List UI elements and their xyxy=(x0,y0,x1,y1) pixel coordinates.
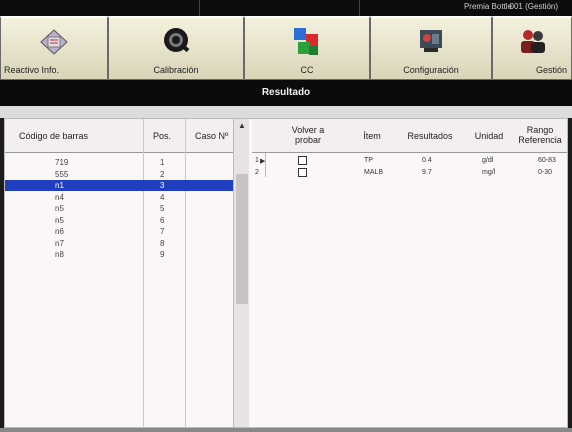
scroll-thumb[interactable] xyxy=(236,174,248,304)
sample-row[interactable]: n5 5 xyxy=(5,203,233,214)
sample-position: 1 xyxy=(160,158,165,167)
result-row[interactable]: 1 ▶ TP 0.4 g/dl 60-83 xyxy=(252,156,567,167)
calibration-label: Calibración xyxy=(153,65,199,75)
sample-barcode: 555 xyxy=(55,169,69,179)
screen-bezel xyxy=(0,428,572,432)
screen-title: Resultado xyxy=(0,80,572,106)
sample-position: 7 xyxy=(160,227,165,236)
sample-barcode: n1 xyxy=(55,181,64,190)
sample-position: 2 xyxy=(160,169,165,179)
results-header: Volver a probar Ítem Resultados Unidad R… xyxy=(252,119,567,153)
sample-row[interactable]: n1 3 xyxy=(5,180,233,191)
sample-barcode: n4 xyxy=(55,192,64,202)
sample-position: 9 xyxy=(160,250,165,259)
column-header-case[interactable]: Caso Nº xyxy=(195,131,228,141)
column-header-barcode[interactable]: Código de barras xyxy=(19,131,88,141)
sample-row[interactable]: n7 8 xyxy=(5,238,233,249)
management-label: Gestión xyxy=(535,65,567,75)
sample-row[interactable]: 719 1 xyxy=(5,157,233,168)
calibration-button[interactable]: Calibración xyxy=(108,16,244,80)
status-mode: 001 (Gestión) xyxy=(509,2,558,11)
column-header-range[interactable]: Rango Referencia xyxy=(514,125,566,145)
column-header-item[interactable]: Ítem xyxy=(352,131,392,141)
sample-barcode: n5 xyxy=(55,204,64,213)
sample-barcode: 719 xyxy=(55,158,69,167)
sample-list-header: Código de barras Pos. Caso Nº xyxy=(5,119,249,153)
result-reference-range: 60-83 xyxy=(538,157,556,164)
result-reference-range: 0-30 xyxy=(538,169,553,176)
result-unit: mg/l xyxy=(482,169,496,176)
result-row[interactable]: 2 MALB 9.7 mg/l 0-30 xyxy=(252,168,567,179)
qc-cubes-icon xyxy=(294,28,318,55)
sample-barcode: n7 xyxy=(55,238,64,248)
sample-barcode: n8 xyxy=(55,250,64,259)
sample-row[interactable]: n5 6 xyxy=(5,215,233,226)
result-item: MALB xyxy=(364,169,384,176)
result-value: 9.7 xyxy=(422,169,432,176)
status-info: Premia Bottle xyxy=(463,2,512,11)
column-header-retest[interactable]: Volver a probar xyxy=(280,125,336,145)
result-unit: g/dl xyxy=(482,157,494,164)
sample-position: 6 xyxy=(160,215,165,225)
column-header-pos[interactable]: Pos. xyxy=(153,131,171,141)
column-header-unit[interactable]: Unidad xyxy=(466,131,512,141)
sample-row[interactable]: n8 9 xyxy=(5,249,233,260)
separator xyxy=(0,106,572,118)
status-segment xyxy=(0,0,200,16)
settings-tools-icon xyxy=(420,30,442,52)
sample-row[interactable]: n4 4 xyxy=(5,192,233,203)
management-button[interactable]: Gestión xyxy=(492,16,572,80)
qc-button[interactable]: CC xyxy=(244,16,370,80)
users-icon xyxy=(521,30,545,53)
sample-position: 8 xyxy=(160,238,165,248)
results-table: Volver a probar Ítem Resultados Unidad R… xyxy=(252,119,567,427)
sample-row[interactable]: n6 7 xyxy=(5,226,233,237)
reagent-info-button[interactable]: Reactivo Info. xyxy=(0,16,108,80)
reagent-info-label: Reactivo Info. xyxy=(4,65,60,75)
retest-checkbox[interactable] xyxy=(298,156,307,165)
main-toolbar: Reactivo Info. Calibración CC Configurac… xyxy=(0,16,572,80)
configuration-label: Configuración xyxy=(403,65,459,75)
status-segment xyxy=(200,0,360,16)
sample-row[interactable]: 555 2 xyxy=(5,169,233,180)
calibration-icon xyxy=(164,28,190,53)
status-bar: Premia Bottle 001 (Gestión) xyxy=(0,0,572,16)
sample-position: 3 xyxy=(160,181,165,190)
sample-list-scrollbar[interactable]: ▲ xyxy=(233,119,249,427)
result-value: 0.4 xyxy=(422,157,432,164)
result-item: TP xyxy=(364,157,373,164)
reagent-icon xyxy=(40,29,68,55)
configuration-button[interactable]: Configuración xyxy=(370,16,492,80)
scroll-up-icon[interactable]: ▲ xyxy=(238,121,246,130)
sample-position: 5 xyxy=(160,204,165,213)
sample-barcode: n5 xyxy=(55,215,64,225)
sample-list-table: Código de barras Pos. Caso Nº 719 1 555 2 n1… xyxy=(5,119,249,427)
sample-position: 4 xyxy=(160,192,165,202)
retest-checkbox[interactable] xyxy=(298,168,307,177)
sample-barcode: n6 xyxy=(55,227,64,236)
row-index: 2 xyxy=(255,169,259,176)
result-panel: Código de barras Pos. Caso Nº 719 1 555 2 n1… xyxy=(4,118,568,428)
row-index: 1 xyxy=(255,157,259,164)
column-header-results[interactable]: Resultados xyxy=(402,131,458,141)
current-row-arrow-icon: ▶ xyxy=(260,158,266,165)
qc-label: CC xyxy=(300,65,314,75)
